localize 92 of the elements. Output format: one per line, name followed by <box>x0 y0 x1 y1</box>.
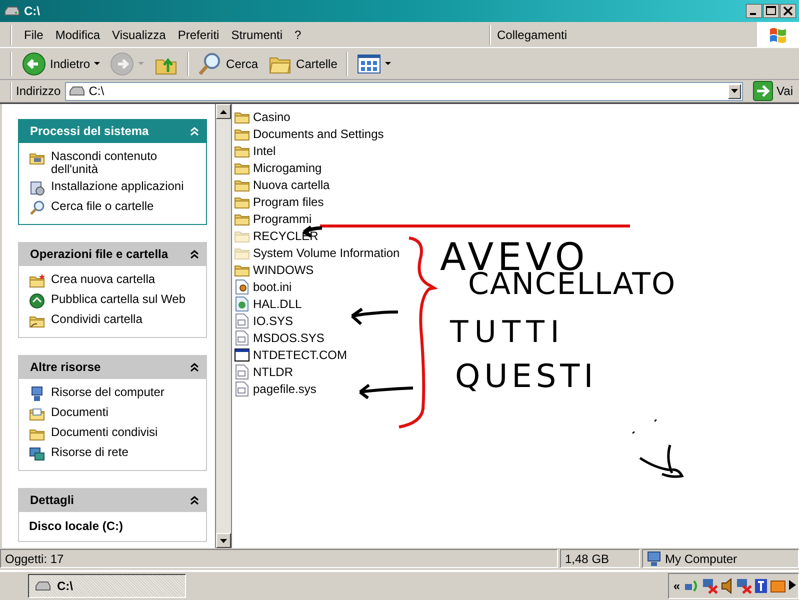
task-pane-header[interactable]: Processi del sistema <box>18 119 207 143</box>
file-name[interactable]: WINDOWS <box>253 262 314 276</box>
disk-size: 1,48 GB <box>560 549 640 568</box>
file-name[interactable]: NTDETECT.COM <box>253 348 347 362</box>
file-name[interactable]: RECYCLER <box>253 228 318 242</box>
object-count: Oggetti: 17 <box>0 549 558 568</box>
menu-item[interactable]: ? <box>288 26 308 44</box>
menu-item[interactable]: Modifica <box>49 26 106 44</box>
annotation-arrow <box>350 308 400 326</box>
file-name[interactable]: Programmi <box>253 212 312 226</box>
tray-expand-button[interactable]: « <box>673 579 682 593</box>
window-title: C:\ <box>24 4 41 18</box>
file-name[interactable]: Documents and Settings <box>253 126 384 140</box>
task-link[interactable]: Risorse di rete <box>51 446 128 459</box>
back-button[interactable]: Indietro <box>18 50 104 78</box>
task-pane-title: Processi del sistema <box>30 124 149 138</box>
file-name[interactable]: pagefile.sys <box>253 382 316 396</box>
drive-icon <box>35 580 51 592</box>
collapse-chevron-icon[interactable] <box>190 362 199 372</box>
task-link[interactable]: Documenti condivisi <box>51 426 158 439</box>
computer-icon <box>647 550 661 566</box>
flag-logo-icon <box>768 26 788 44</box>
address-field[interactable]: C:\ <box>64 82 743 100</box>
speaker-icon[interactable] <box>720 578 734 594</box>
box-icon[interactable] <box>770 578 786 594</box>
minimize-button[interactable] <box>746 4 762 18</box>
task-link[interactable]: Documenti <box>51 406 108 419</box>
menu-item[interactable]: File <box>18 26 50 44</box>
file-name[interactable]: Microgaming <box>253 160 322 174</box>
drive-icon <box>68 85 85 97</box>
doodle-drawing <box>632 418 684 478</box>
caret-icon <box>385 62 392 65</box>
view-grid-icon <box>357 54 382 74</box>
task-link[interactable]: Condividi cartella <box>51 313 142 326</box>
file-name[interactable]: Nuova cartella <box>253 178 330 192</box>
address-label: Indirizzo <box>16 84 61 98</box>
links-toolbar-label[interactable]: Collegamenti <box>497 28 568 42</box>
task-link[interactable]: Nascondi contenuto dell'unità <box>51 150 200 176</box>
task-pane-title: Altre risorse <box>30 360 101 374</box>
network-signal-icon[interactable] <box>684 578 700 594</box>
file-name[interactable]: NTLDR <box>253 364 294 378</box>
file-name[interactable]: boot.ini <box>253 280 292 294</box>
file-name[interactable]: Intel <box>253 144 276 158</box>
folders-button[interactable]: Cartelle <box>264 50 342 78</box>
close-button[interactable] <box>780 4 796 18</box>
dropdown-arrow-icon[interactable] <box>730 89 738 93</box>
network-icon <box>29 446 45 462</box>
annotation-arrow <box>358 384 414 400</box>
caret-icon <box>138 62 144 65</box>
scroll-up-arrow-icon[interactable] <box>220 110 227 114</box>
search-button[interactable]: Cerca <box>194 50 262 78</box>
network-error-icon[interactable] <box>702 578 718 594</box>
search-icon <box>29 200 45 216</box>
file-name[interactable]: Program files <box>253 194 324 208</box>
file-name[interactable]: System Volume Information <box>253 246 400 260</box>
handwritten-text: QUESTI <box>455 360 598 392</box>
menu-item[interactable]: Preferiti <box>172 26 226 44</box>
menu-item[interactable]: Visualizza <box>106 26 172 44</box>
details-title: Disco locale (C:) <box>29 519 124 533</box>
zone-label: My Computer <box>665 552 738 566</box>
menu-item[interactable]: Strumenti <box>225 26 289 44</box>
task-pane-header[interactable]: Operazioni file e cartella <box>18 242 207 266</box>
task-link[interactable]: Risorse del computer <box>51 386 164 399</box>
network-error-icon[interactable] <box>736 578 752 594</box>
drive-icon <box>4 5 20 17</box>
file-name[interactable]: IO.SYS <box>253 314 294 328</box>
file-name[interactable]: HAL.DLL <box>253 296 302 310</box>
handwritten-text: TUTTI <box>450 318 566 348</box>
caret-icon <box>94 62 100 65</box>
collapse-chevron-icon[interactable] <box>190 496 199 504</box>
install-icon <box>29 180 45 196</box>
task-pane-title: Dettagli <box>30 493 74 507</box>
tool-icon[interactable] <box>754 578 768 594</box>
task-link[interactable]: Cerca file o cartelle <box>51 200 154 213</box>
file-name[interactable]: Casino <box>253 110 290 124</box>
maximize-button[interactable] <box>763 4 779 18</box>
task-link[interactable]: Crea nuova cartella <box>51 273 156 286</box>
documents-icon <box>29 406 45 422</box>
computer-icon <box>29 386 45 402</box>
go-button[interactable]: Vai <box>746 80 799 102</box>
task-link[interactable]: Pubblica cartella sul Web <box>51 293 186 306</box>
task-link[interactable]: Installazione applicazioni <box>51 180 184 193</box>
task-pane-header[interactable]: Altre risorse <box>18 355 207 379</box>
scroll-down-arrow-icon[interactable] <box>220 538 227 542</box>
taskbar-button[interactable]: C:\ <box>28 574 186 598</box>
task-pane-title: Operazioni file e cartella <box>30 247 168 261</box>
file-name[interactable]: MSDOS.SYS <box>253 330 324 344</box>
search-icon <box>198 52 222 76</box>
task-pane-header[interactable]: Dettagli <box>18 488 207 512</box>
scrollbar[interactable] <box>215 104 232 548</box>
new-folder-icon <box>29 273 45 289</box>
collapse-chevron-icon[interactable] <box>190 250 199 258</box>
